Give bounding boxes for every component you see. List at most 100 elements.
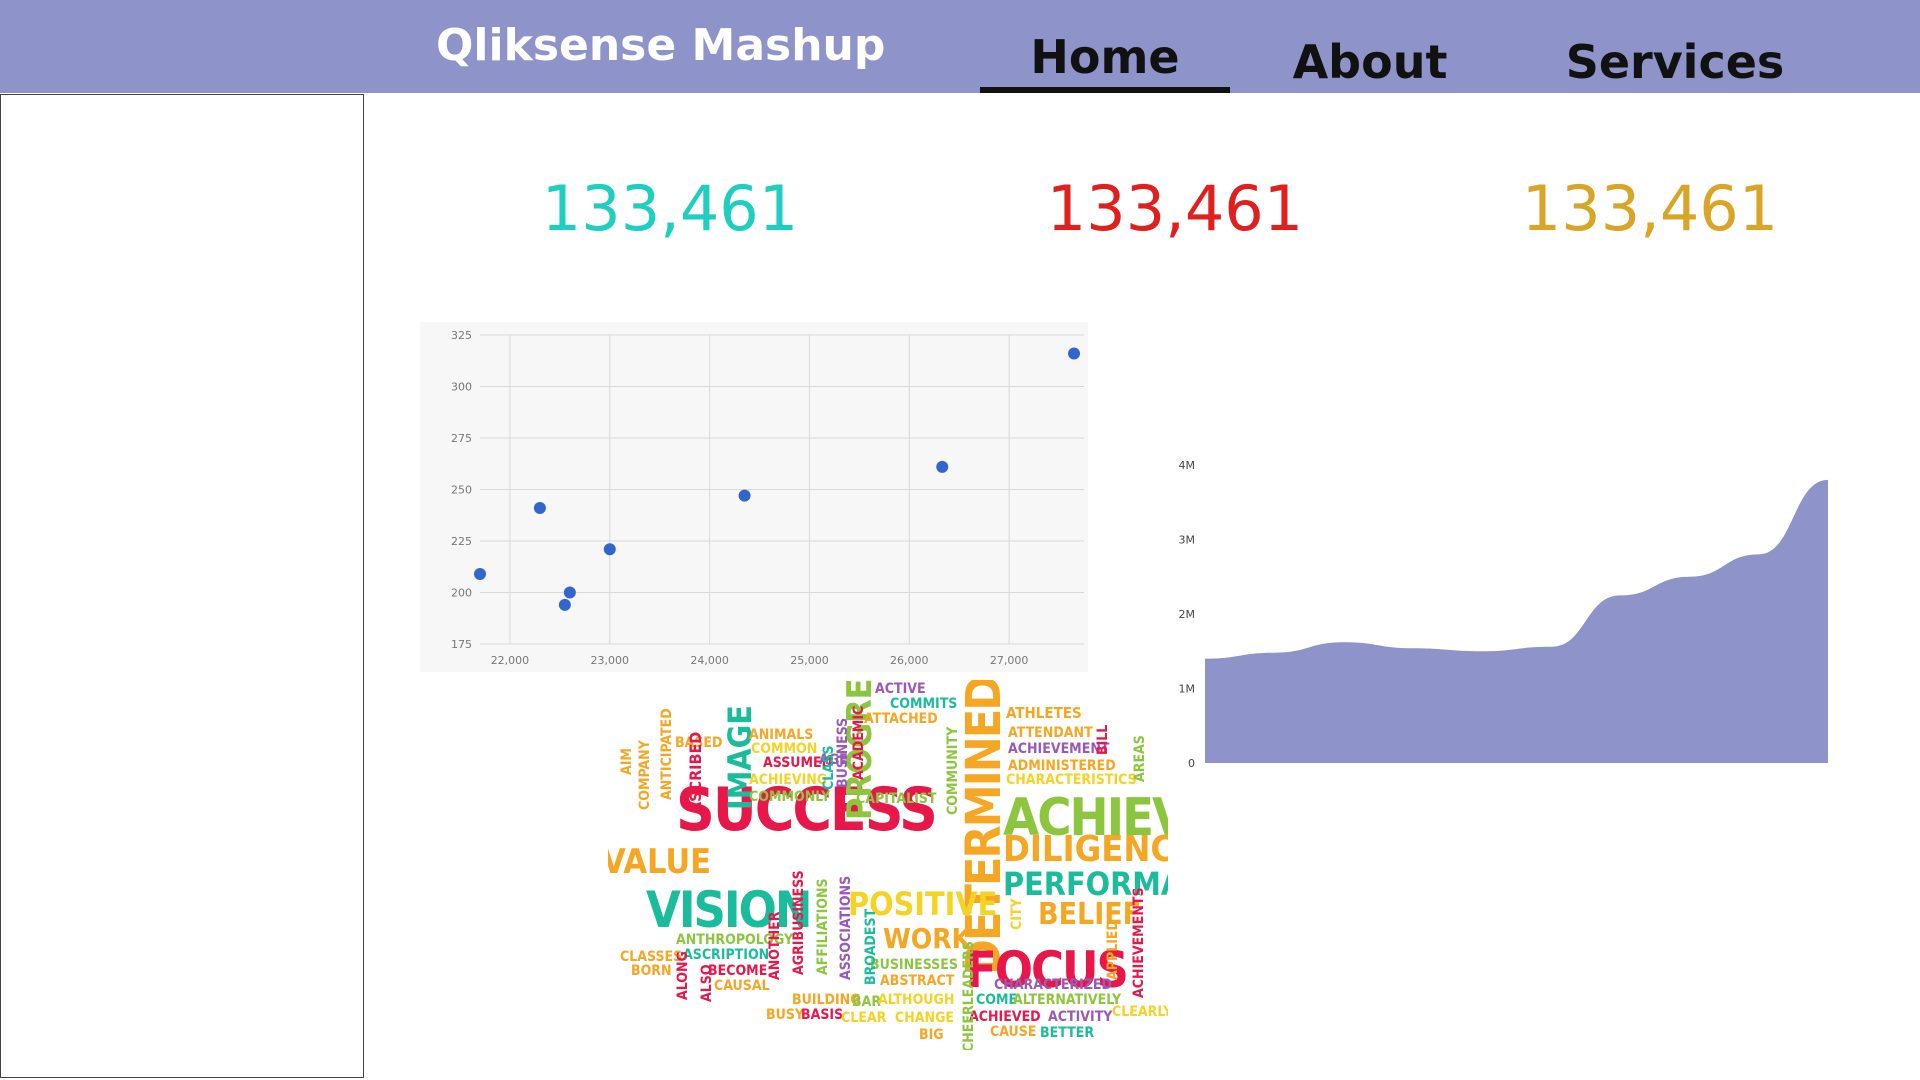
app-title: Qliksense Mashup [436, 20, 886, 71]
word-cloud-word: BILL [1095, 724, 1111, 755]
scatter-y-tick: 275 [451, 432, 472, 445]
scatter-point[interactable] [563, 586, 576, 599]
word-cloud-word: BUSINESS [835, 717, 851, 788]
scatter-x-tick: 24,000 [690, 654, 729, 667]
word-cloud-word: ALSO [699, 964, 715, 1002]
scatter-point[interactable] [474, 567, 486, 580]
word-cloud-word: AGRIBUSINESS [791, 870, 807, 975]
scatter-point[interactable] [533, 502, 546, 515]
scatter-x-tick: 26,000 [890, 654, 929, 667]
word-cloud-word: VALUE [608, 842, 712, 882]
nav-home-active-indicator [980, 87, 1230, 93]
word-cloud-word: COMMUNITY [945, 726, 961, 815]
scatter-x-tick: 22,000 [491, 654, 530, 667]
word-cloud-word: COMMON [751, 741, 818, 757]
word-cloud-word: CHARACTERISTICS [1006, 772, 1137, 788]
area-series [1205, 479, 1828, 763]
scatter-y-tick: 300 [451, 381, 472, 394]
area-y-tick: 2M [1179, 608, 1196, 621]
word-cloud-word: ANIMALS [749, 727, 814, 743]
nav-services[interactable]: Services [1560, 35, 1790, 89]
nav-home[interactable]: Home [980, 30, 1230, 84]
scatter-point[interactable] [1068, 347, 1081, 360]
word-cloud-word: CLASSES [620, 949, 683, 965]
scatter-y-tick: 250 [451, 484, 472, 497]
word-cloud-word: ALTERNATIVELY [1013, 992, 1122, 1008]
word-cloud-word: ALTHOUGH [878, 992, 955, 1008]
word-cloud-word: COMMITS [890, 696, 958, 712]
word-cloud-word: BORN [631, 963, 672, 979]
scatter-y-tick: 225 [451, 535, 472, 548]
scatter-point[interactable] [738, 489, 751, 502]
word-cloud-word: DILIGENCE [1003, 829, 1168, 870]
kpi-value-1: 133,461 [541, 172, 799, 245]
word-cloud-word: VISION [646, 881, 813, 939]
nav-about[interactable]: About [1270, 35, 1470, 89]
scatter-x-tick: 23,000 [591, 654, 630, 667]
word-cloud-word: CHEERLEADERS [961, 941, 977, 1050]
word-cloud-word: COMPANY [637, 740, 653, 810]
word-cloud-word: BUSY [766, 1007, 805, 1023]
scatter-point[interactable] [558, 598, 571, 611]
word-cloud-word: BROADEST [863, 908, 879, 985]
word-cloud-word: CLEARLY [1112, 1004, 1168, 1020]
word-cloud-word: ACHIEVEMENTS [1131, 887, 1147, 998]
word-cloud-word: ATTENDANT [1008, 725, 1093, 741]
word-cloud-word: AIM [619, 748, 635, 775]
word-cloud-word: CHANGE [895, 1010, 955, 1026]
scatter-y-tick: 325 [451, 329, 472, 342]
scatter-point[interactable] [603, 543, 616, 556]
word-cloud-word: ACHIEVED [969, 1009, 1041, 1025]
word-cloud-word: CAPITALIST [856, 791, 937, 807]
word-cloud-word: ANOTHER [767, 911, 783, 980]
word-cloud-word: CAUSAL [714, 978, 770, 994]
word-cloud-word: ATTACHED [864, 711, 938, 727]
word-cloud-word: CLASS [821, 745, 837, 790]
sidebar-panel [0, 94, 364, 1078]
word-cloud-word: BUILDING [792, 992, 861, 1008]
word-cloud-word: AFFILIATIONS [815, 878, 831, 975]
word-cloud-word: BECOME [708, 963, 768, 979]
kpi-value-3: 133,461 [1521, 172, 1779, 245]
area-y-tick: 3M [1179, 534, 1196, 547]
area-y-tick: 0 [1188, 757, 1195, 770]
word-cloud-word: ASCRIBED [686, 731, 705, 813]
scatter-y-tick: 175 [451, 638, 472, 651]
word-cloud-word: ADMINISTERED [1008, 758, 1116, 774]
word-cloud-word: CAUSE [990, 1024, 1037, 1040]
word-cloud-word: ASSOCIATIONS [838, 875, 854, 980]
word-cloud-word: CHARACTERIZED [994, 977, 1113, 993]
word-cloud-word: ACADEMIC [851, 705, 867, 780]
scatter-background [420, 322, 1088, 672]
word-cloud-word: AREAS [1132, 735, 1148, 782]
word-cloud-word: BUSINESSES [870, 957, 958, 973]
scatter-y-tick: 200 [451, 587, 472, 600]
word-cloud-word: ANTICIPATED [659, 708, 675, 800]
word-cloud-word: APPLIED [1105, 920, 1121, 980]
scatter-chart: 175 200 225 250 275 300 325 22,000 23,000 24,000 2… [420, 322, 1088, 672]
kpi-value-2: 133,461 [1046, 172, 1304, 245]
word-cloud-word: ACHIEVING [749, 772, 828, 788]
word-cloud-word: ACTIVITY [1048, 1009, 1113, 1025]
word-cloud-image: SUCCESSDETERMINEDACHIEVEVISIONFOCUSPROGR… [608, 680, 1168, 1050]
word-cloud-word: CITY [1009, 898, 1025, 930]
scatter-x-tick: 25,000 [790, 654, 829, 667]
word-cloud-word: BELIEF [1038, 897, 1142, 932]
word-cloud-word: ACTIVE [875, 681, 926, 697]
scatter-x-tick: 27,000 [990, 654, 1029, 667]
word-cloud-word: ASCRIPTION [683, 947, 770, 963]
word-cloud-word: COME [976, 992, 1018, 1008]
word-cloud-word: BETTER [1040, 1025, 1095, 1041]
word-cloud-word: CLEAR [841, 1010, 887, 1026]
area-y-tick: 1M [1179, 683, 1196, 696]
area-chart: 0 1M 2M 3M 4M [1179, 459, 1828, 770]
word-cloud-word: ATHLETES [1006, 704, 1082, 722]
word-cloud-word: BASIS [801, 1007, 844, 1023]
scatter-point[interactable] [936, 460, 949, 473]
word-cloud-word: BIG [919, 1027, 944, 1043]
word-cloud-word: BAR [852, 994, 882, 1010]
area-y-tick: 4M [1179, 459, 1196, 472]
word-cloud-word: COMMONLY [749, 789, 831, 805]
word-cloud-word: WORK [883, 922, 972, 955]
word-cloud-word: ABSTRACT [880, 973, 955, 989]
